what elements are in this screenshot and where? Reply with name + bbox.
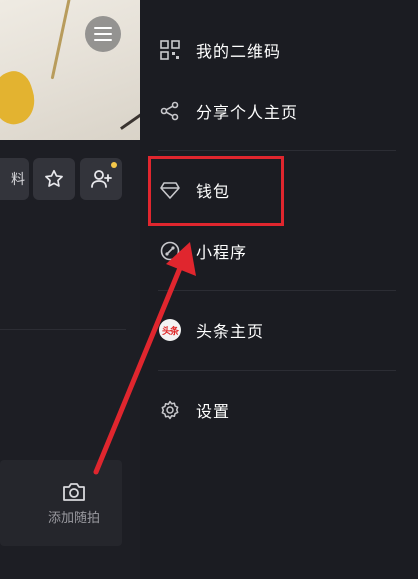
annotation-arrow bbox=[93, 242, 196, 475]
